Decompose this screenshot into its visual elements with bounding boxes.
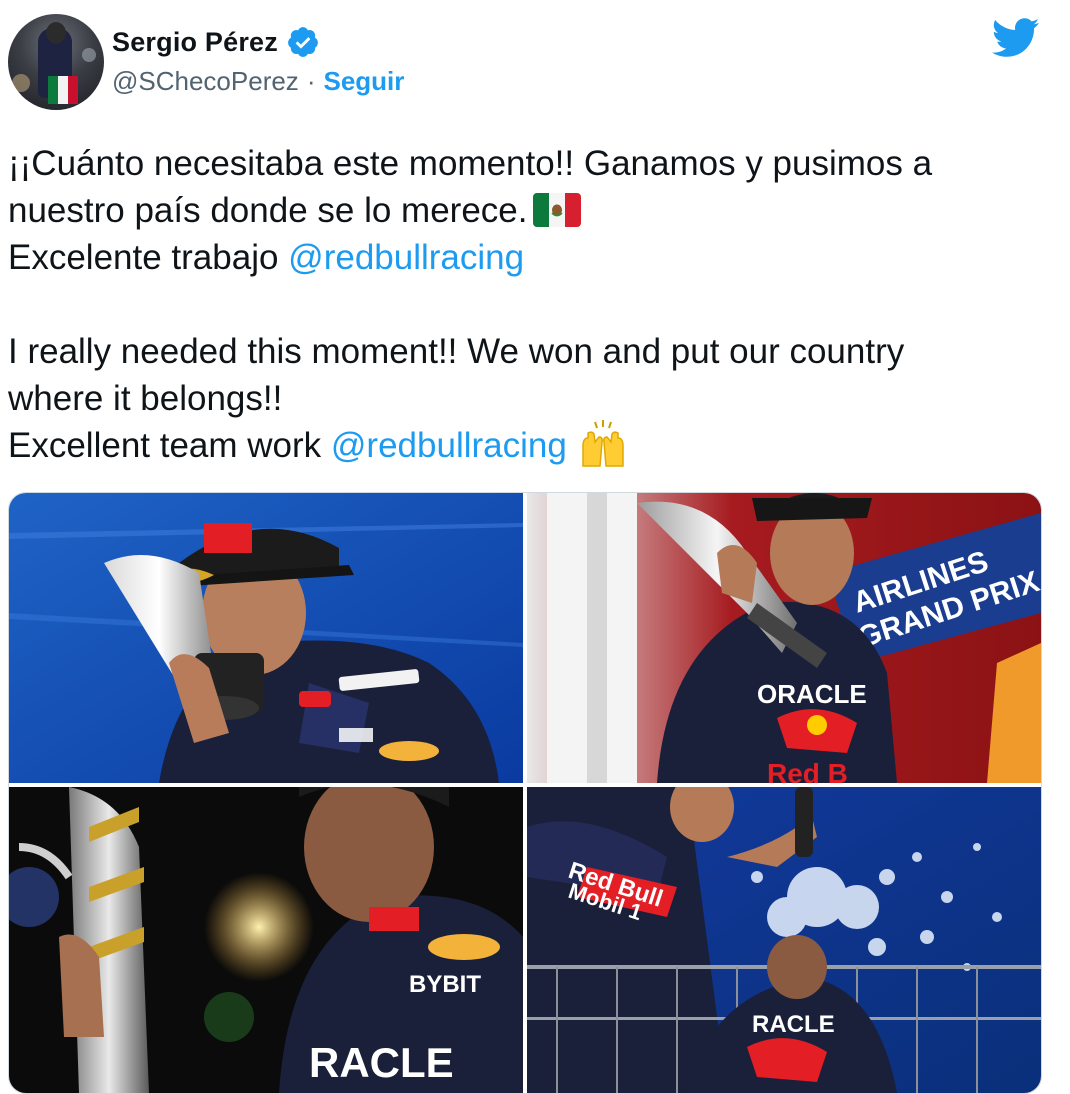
follow-button[interactable]: Seguir xyxy=(323,66,404,97)
tweet-line: where it belongs!! xyxy=(8,379,283,418)
tweet-line: Excellent team work @redbullracing xyxy=(8,419,1058,472)
mexico-flag-emoji-icon xyxy=(533,192,582,227)
author-name-row: Sergio Pérez xyxy=(112,24,320,60)
author-name[interactable]: Sergio Pérez xyxy=(112,27,278,58)
photo-champagne-spray[interactable]: Red Bull Mobil 1 RACLE xyxy=(527,787,1041,1093)
svg-text:ORACLE: ORACLE xyxy=(757,679,867,709)
author-handle-row: @SChecoPerez · Seguir xyxy=(112,64,404,98)
svg-text:RACLE: RACLE xyxy=(752,1011,835,1038)
twitter-bird-icon[interactable] xyxy=(991,18,1040,58)
svg-text:RACLE: RACLE xyxy=(309,1039,454,1086)
author-handle[interactable]: @SChecoPerez xyxy=(112,66,299,97)
photo-trophy-closeup[interactable]: BYBIT RACLE xyxy=(9,787,523,1093)
tweet-line: nuestro país donde se lo merece. xyxy=(8,187,1058,234)
mention-link[interactable]: @redbullracing xyxy=(331,426,567,465)
tweet-text: ¡¡Cuánto necesitaba este momento!! Ganam… xyxy=(8,140,1058,472)
photo-lifting-trophy[interactable]: AIRLINES GRAND PRIX ORACLE Red B xyxy=(527,493,1041,783)
tweet-line: Excelente trabajo @redbullracing xyxy=(8,238,525,277)
media-grid: AIRLINES GRAND PRIX ORACLE Red B BYBIT R… xyxy=(8,492,1042,1094)
tweet-line: ¡¡Cuánto necesitaba este momento!! Ganam… xyxy=(8,144,933,183)
tweet-header: Sergio Pérez @SChecoPerez · Seguir xyxy=(0,0,1070,120)
raising-hands-emoji-icon xyxy=(577,419,629,468)
mention-link[interactable]: @redbullracing xyxy=(288,238,524,277)
avatar[interactable] xyxy=(8,14,104,110)
svg-text:BYBIT: BYBIT xyxy=(409,971,481,998)
svg-text:Red B: Red B xyxy=(767,758,848,783)
verified-badge-icon xyxy=(286,25,320,59)
tweet-line: I really needed this moment!! We won and… xyxy=(8,332,905,371)
separator-dot: · xyxy=(306,65,316,96)
photo-kissing-trophy[interactable] xyxy=(9,493,523,783)
